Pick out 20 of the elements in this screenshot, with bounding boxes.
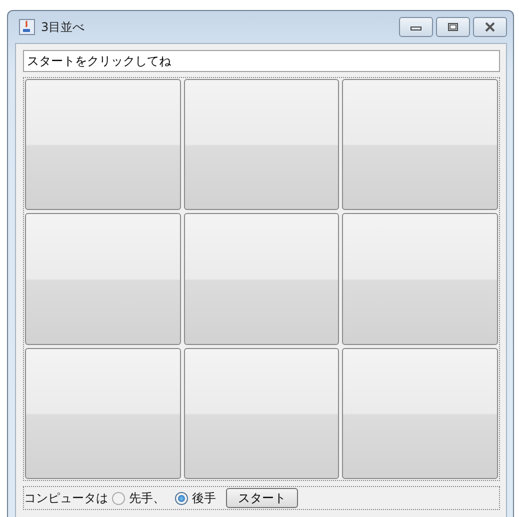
start-button[interactable]: スタート bbox=[226, 488, 298, 508]
close-button[interactable] bbox=[473, 17, 507, 37]
board-cell-button[interactable] bbox=[25, 348, 181, 479]
board-cell-button[interactable] bbox=[25, 79, 181, 210]
board-cell-button[interactable] bbox=[184, 213, 340, 345]
board-cell-button[interactable] bbox=[184, 348, 340, 479]
maximize-icon bbox=[447, 22, 459, 32]
close-icon bbox=[484, 22, 496, 32]
board-cell-button[interactable] bbox=[342, 213, 498, 345]
computer-label: コンピュータは bbox=[24, 490, 108, 506]
turn-radio[interactable]: 先手、 bbox=[112, 490, 165, 506]
board-cell-button[interactable] bbox=[342, 79, 498, 210]
turn-radio[interactable]: 後手 bbox=[175, 490, 216, 506]
board-cell-button[interactable] bbox=[184, 79, 340, 210]
board-cell-button[interactable] bbox=[342, 348, 498, 479]
message-field[interactable]: スタートをクリックしてね bbox=[23, 50, 500, 72]
board-cell-button[interactable] bbox=[25, 213, 181, 345]
window-title: 3目並べ bbox=[41, 18, 85, 36]
maximize-button[interactable] bbox=[436, 17, 470, 37]
minimize-button[interactable] bbox=[399, 17, 433, 37]
